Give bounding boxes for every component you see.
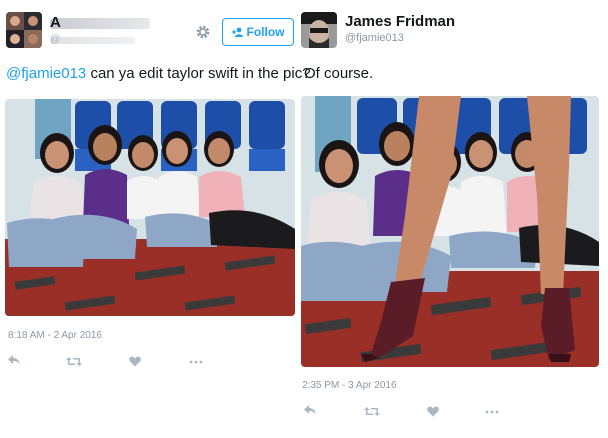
tweet-photo[interactable] xyxy=(301,96,599,367)
more-icon[interactable] xyxy=(189,354,203,370)
avatar[interactable] xyxy=(301,12,337,48)
heart-icon[interactable] xyxy=(427,404,439,420)
tweet-timestamp[interactable]: 8:18 AM - 2 Apr 2016 xyxy=(8,330,102,341)
add-user-icon xyxy=(231,27,243,37)
user-name[interactable]: James Fridman xyxy=(345,13,455,30)
blurred-username xyxy=(50,18,150,29)
retweet-icon[interactable] xyxy=(66,354,82,370)
tweet-body: can ya edit taylor swift in the pic? xyxy=(86,65,311,82)
follow-button[interactable]: Follow xyxy=(222,18,294,46)
tweet-text: Of course. xyxy=(304,65,374,82)
user-name[interactable]: A xyxy=(50,14,61,31)
heart-icon[interactable] xyxy=(129,354,141,370)
reply-icon[interactable] xyxy=(7,353,21,369)
avatar[interactable] xyxy=(6,12,42,48)
retweet-icon[interactable] xyxy=(364,404,380,420)
tweet-photo[interactable] xyxy=(5,99,295,316)
gear-icon[interactable] xyxy=(195,24,211,40)
reply-icon[interactable] xyxy=(303,403,317,419)
more-icon[interactable] xyxy=(485,404,499,420)
follow-label: Follow xyxy=(246,25,285,39)
mention-link[interactable]: @fjamie013 xyxy=(6,65,86,82)
user-handle: @ xyxy=(50,34,61,45)
tweet-timestamp[interactable]: 2:35 PM - 3 Apr 2016 xyxy=(302,380,397,391)
blurred-handle xyxy=(50,37,135,44)
tweet-text: @fjamie013 can ya edit taylor swift in t… xyxy=(6,65,311,82)
user-handle: @fjamie013 xyxy=(345,32,404,44)
